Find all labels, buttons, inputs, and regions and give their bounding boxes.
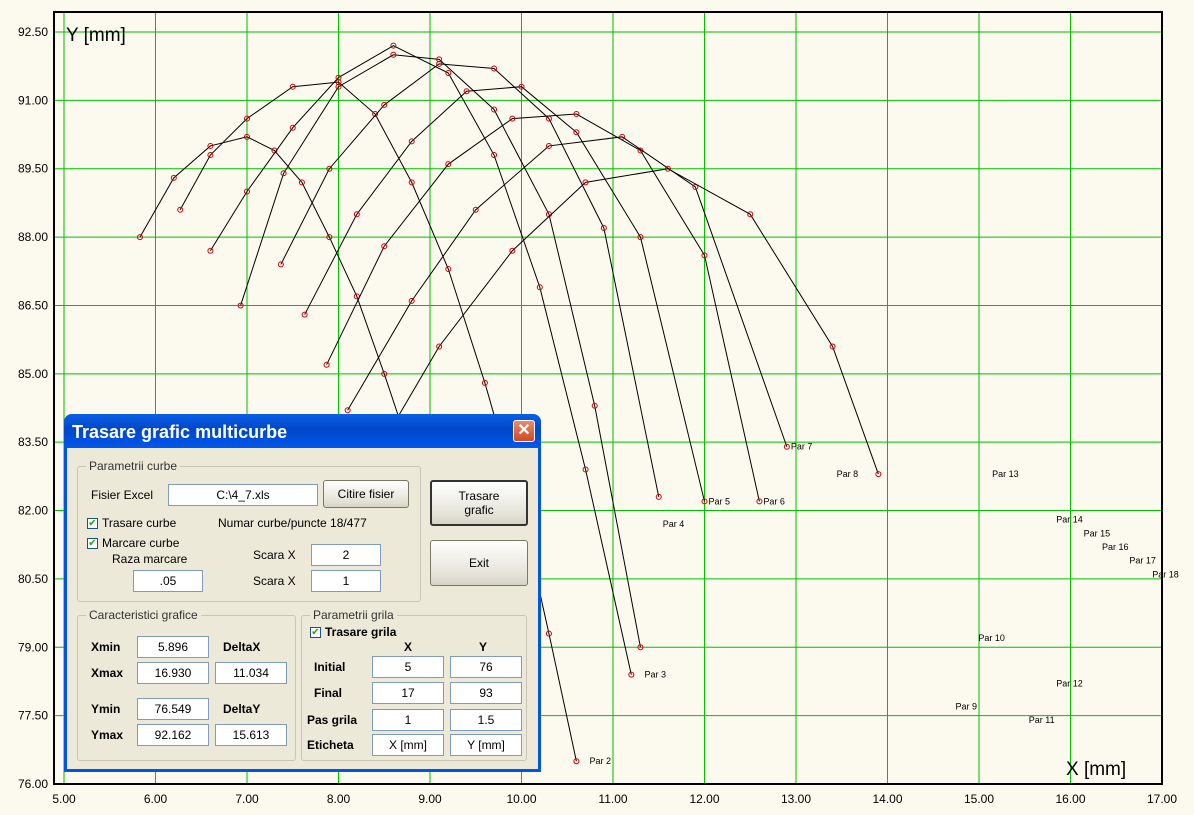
deltay-label: DeltaY: [223, 702, 261, 716]
curve-end-label: Par 8: [837, 469, 859, 479]
curve-end-label: Par 14: [1056, 515, 1083, 525]
curve-end-label: Par 17: [1129, 556, 1156, 566]
deltay-field: 15.613: [215, 724, 287, 746]
deltax-label: DeltaX: [223, 640, 261, 654]
curve-end-label: Par 16: [1102, 542, 1129, 552]
exit-button[interactable]: Exit: [430, 540, 528, 586]
ymax-label: Ymax: [91, 728, 124, 742]
curve-end-label: Par 7: [791, 442, 813, 452]
dialog-titlebar[interactable]: Trasare grafic multicurbe ✕: [64, 414, 541, 448]
eticheta-x-field[interactable]: X [mm]: [372, 734, 444, 756]
final-x-field[interactable]: 17: [372, 682, 444, 704]
x-tick-label: 7.00: [235, 792, 259, 806]
raza-marcare-label: Raza marcare: [112, 552, 188, 566]
initial-label: Initial: [314, 660, 346, 674]
y-tick-label: 82.00: [18, 504, 48, 518]
caract-group-label: Caracteristici grafice: [86, 608, 201, 622]
curve-end-label: Par 3: [644, 670, 666, 680]
params-group-label: Parametrii curbe: [86, 459, 181, 473]
curve-end-label: Par 12: [1056, 679, 1083, 689]
x-tick-label: 5.00: [52, 792, 76, 806]
numar-curbe-label: Numar curbe/puncte 18/477: [218, 516, 367, 530]
trasare-curbe-checkbox[interactable]: ✔: [87, 518, 98, 529]
x-tick-label: 10.00: [506, 792, 536, 806]
eticheta-label: Eticheta: [307, 738, 354, 752]
curve-end-label: Par 10: [978, 633, 1005, 643]
xmin-field: 5.896: [137, 636, 209, 658]
curve-end-label: Par 13: [992, 469, 1019, 479]
y-tick-label: 89.50: [18, 162, 48, 176]
curve-end-label: Par 4: [663, 519, 685, 529]
y-tick-label: 77.50: [18, 709, 48, 723]
xmin-label: Xmin: [91, 640, 121, 654]
curve-end-label: Par 15: [1084, 528, 1111, 538]
x-tick-label: 8.00: [327, 792, 351, 806]
xmax-label: Xmax: [91, 666, 124, 680]
initial-x-field[interactable]: 5: [372, 656, 444, 678]
col-x-label: X: [404, 640, 413, 654]
x-axis-title: X [mm]: [1066, 759, 1126, 780]
x-tick-label: 16.00: [1055, 792, 1085, 806]
pas-x-field[interactable]: 1: [372, 709, 444, 731]
curve-end-label: Par 5: [709, 496, 731, 506]
curve-end-label: Par 9: [956, 702, 978, 712]
scara-x-label-2: Scara X: [253, 574, 296, 588]
citire-fisier-button[interactable]: Citire fisier: [323, 480, 409, 508]
deltax-field: 11.034: [215, 662, 287, 684]
scara-x-field-2[interactable]: 1: [311, 570, 381, 592]
x-tick-label: 15.00: [964, 792, 994, 806]
x-tick-label: 14.00: [872, 792, 902, 806]
curve-end-label: Par 6: [763, 496, 785, 506]
dialog-window: Trasare grafic multicurbe ✕ Parametrii c…: [64, 414, 541, 772]
trasare-grila-label: Trasare grila: [325, 625, 397, 639]
scara-x-field-1[interactable]: 2: [311, 544, 381, 566]
x-tick-label: 6.00: [144, 792, 168, 806]
y-tick-label: 80.50: [18, 572, 48, 586]
x-tick-label: 17.00: [1147, 792, 1177, 806]
xmax-field: 16.930: [137, 662, 209, 684]
x-tick-label: 11.00: [598, 792, 627, 806]
final-label: Final: [314, 686, 343, 700]
y-tick-label: 91.00: [18, 93, 48, 107]
curve-end-label: Par 18: [1152, 569, 1179, 579]
y-tick-label: 79.00: [18, 640, 48, 654]
trasare-grafic-button[interactable]: Trasare grafic: [430, 480, 528, 526]
marcare-curbe-checkbox[interactable]: ✔: [87, 538, 98, 549]
curve-end-label: Par 11: [1029, 715, 1055, 725]
trasare-curbe-label: Trasare curbe: [102, 516, 177, 530]
y-tick-label: 76.00: [18, 777, 48, 791]
x-tick-label: 12.00: [689, 792, 719, 806]
y-tick-label: 85.00: [18, 367, 48, 381]
close-icon[interactable]: ✕: [513, 420, 535, 442]
y-tick-label: 86.50: [18, 298, 48, 312]
y-tick-label: 92.50: [18, 25, 48, 39]
col-y-label: Y: [479, 640, 488, 654]
y-tick-label: 83.50: [18, 435, 48, 449]
initial-y-field[interactable]: 76: [450, 656, 522, 678]
grila-group-label: Parametrii grila: [310, 608, 397, 622]
y-axis-title: Y [mm]: [66, 25, 126, 46]
trasare-grila-checkbox[interactable]: ✔: [310, 627, 321, 638]
scara-x-label-1: Scara X: [253, 548, 296, 562]
final-y-field[interactable]: 93: [450, 682, 522, 704]
fisier-label: Fisier Excel: [91, 488, 154, 502]
marcare-curbe-label: Marcare curbe: [102, 536, 180, 550]
y-tick-label: 88.00: [18, 230, 48, 244]
fisier-field[interactable]: C:\4_7.xls: [168, 484, 318, 506]
ymax-field: 92.162: [137, 724, 209, 746]
dialog-title: Trasare grafic multicurbe: [72, 422, 288, 442]
x-tick-label: 9.00: [418, 792, 442, 806]
ymin-label: Ymin: [91, 702, 121, 716]
ymin-field: 76.549: [137, 698, 209, 720]
curve-end-label: Par 2: [590, 756, 612, 766]
x-tick-label: 13.00: [781, 792, 811, 806]
eticheta-y-field[interactable]: Y [mm]: [450, 734, 522, 756]
pas-y-field[interactable]: 1.5: [450, 709, 522, 731]
raza-marcare-field[interactable]: .05: [133, 570, 203, 592]
pas-grila-label: Pas grila: [307, 713, 358, 727]
